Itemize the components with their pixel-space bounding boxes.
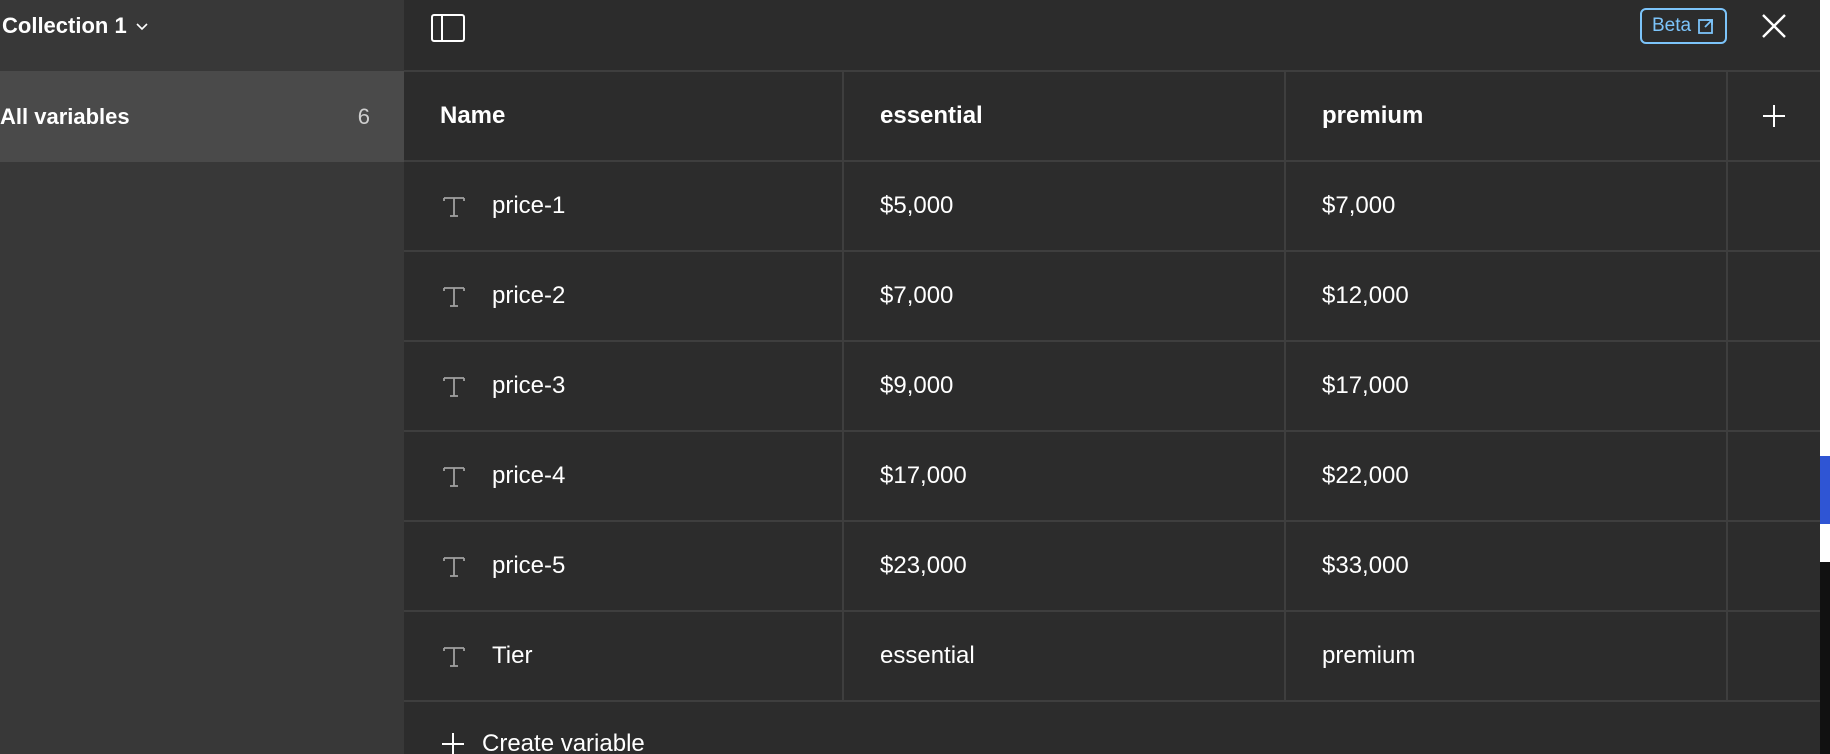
text-type-icon [443, 557, 465, 577]
text-type-icon [443, 197, 465, 217]
variable-name: price-2 [492, 282, 566, 309]
add-mode-button[interactable] [1728, 72, 1820, 160]
variable-name: price-4 [492, 462, 566, 489]
beta-label: Beta [1652, 15, 1692, 36]
variable-name-cell[interactable]: price-5 [404, 522, 844, 610]
text-type-icon [443, 287, 465, 307]
sidebar-item-label: All variables [0, 103, 130, 129]
variable-value-premium[interactable]: premium [1286, 612, 1728, 700]
variables-panel: Beta Name essential premium price-1 $5,0… [404, 0, 1820, 754]
plus-icon [442, 733, 464, 754]
collection-selector[interactable]: Collection 1 [2, 10, 149, 42]
canvas-dark-block [1820, 562, 1830, 754]
create-variable-label: Create variable [482, 730, 645, 754]
close-icon[interactable] [1760, 12, 1788, 40]
table-row[interactable]: price-4 $17,000 $22,000 [404, 432, 1820, 522]
variable-value-premium[interactable]: $17,000 [1286, 342, 1728, 430]
collection-title: Collection 1 [2, 13, 127, 38]
variable-value-premium[interactable]: $22,000 [1286, 432, 1728, 520]
table-row[interactable]: Tier essential premium [404, 612, 1820, 702]
table-row[interactable]: price-1 $5,000 $7,000 [404, 162, 1820, 252]
variable-name-cell[interactable]: price-2 [404, 252, 844, 340]
variable-value-premium[interactable]: $12,000 [1286, 252, 1728, 340]
text-type-icon [443, 377, 465, 397]
variable-value-essential[interactable]: $23,000 [844, 522, 1286, 610]
variable-name: price-3 [492, 372, 566, 399]
variable-name-cell[interactable]: price-3 [404, 342, 844, 430]
variable-name: Tier [492, 642, 533, 669]
variables-modal: Collection 1 All variables 6 Beta Name e… [0, 0, 1830, 754]
column-header-premium[interactable]: premium [1286, 72, 1728, 160]
canvas-blue-block [1820, 456, 1830, 524]
variable-value-essential[interactable]: $7,000 [844, 252, 1286, 340]
text-type-icon [443, 467, 465, 487]
variable-name: price-5 [492, 552, 566, 579]
table-row[interactable]: price-2 $7,000 $12,000 [404, 252, 1820, 342]
plus-icon [1763, 105, 1785, 127]
variable-name-cell[interactable]: price-1 [404, 162, 844, 250]
beta-badge[interactable]: Beta [1640, 8, 1728, 44]
variable-name-cell[interactable]: Tier [404, 612, 844, 700]
text-type-icon [443, 647, 465, 667]
variable-value-essential[interactable]: $9,000 [844, 342, 1286, 430]
table-row[interactable]: price-5 $23,000 $33,000 [404, 522, 1820, 612]
variables-table: Name essential premium price-1 $5,000 $7… [404, 72, 1820, 702]
variable-value-essential[interactable]: $17,000 [844, 432, 1286, 520]
sidebar-item-all-variables[interactable]: All variables 6 [0, 71, 404, 162]
variable-name-cell[interactable]: price-4 [404, 432, 844, 520]
panel-topbar: Beta [404, 0, 1820, 72]
table-header-row: Name essential premium [404, 72, 1820, 162]
column-header-name: Name [404, 72, 844, 160]
collections-sidebar: Collection 1 All variables 6 [0, 0, 404, 754]
chevron-down-icon [136, 23, 148, 31]
sidebar-toggle-icon[interactable] [430, 12, 466, 44]
canvas-edge [1820, 0, 1830, 754]
create-variable-button[interactable]: Create variable [440, 730, 645, 754]
column-header-essential[interactable]: essential [844, 72, 1286, 160]
variable-value-essential[interactable]: essential [844, 612, 1286, 700]
sidebar-item-count: 6 [357, 103, 370, 129]
variable-value-essential[interactable]: $5,000 [844, 162, 1286, 250]
variable-name: price-1 [492, 192, 566, 219]
variable-value-premium[interactable]: $33,000 [1286, 522, 1728, 610]
external-link-icon [1698, 19, 1713, 34]
table-row[interactable]: price-3 $9,000 $17,000 [404, 342, 1820, 432]
variable-value-premium[interactable]: $7,000 [1286, 162, 1728, 250]
